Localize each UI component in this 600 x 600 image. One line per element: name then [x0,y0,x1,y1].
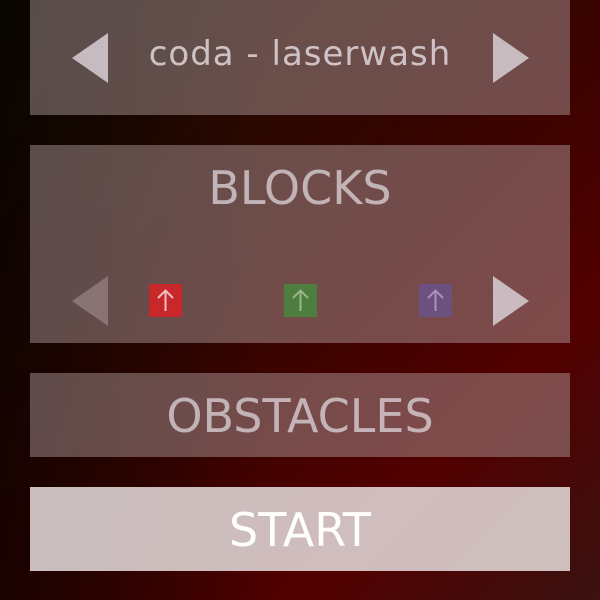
song-selector: coda - laserwash [30,0,570,115]
blocks-title: BLOCKS [208,161,392,215]
song-title: coda - laserwash [148,34,452,74]
up-arrow-icon [419,284,452,317]
song-prev-button[interactable] [72,33,108,83]
blocks-panel: BLOCKS [30,145,570,343]
block-green[interactable] [284,284,317,317]
up-arrow-icon [284,284,317,317]
blocks-prev-button[interactable] [72,276,108,326]
blocks-next-button[interactable] [493,276,529,326]
song-next-button[interactable] [493,33,529,83]
block-red[interactable] [149,284,182,317]
obstacles-button[interactable]: OBSTACLES [30,373,570,457]
block-purple[interactable] [419,284,452,317]
up-arrow-icon [149,284,182,317]
start-button[interactable]: START [30,487,570,571]
obstacles-title: OBSTACLES [166,389,434,443]
start-label: START [229,503,371,557]
